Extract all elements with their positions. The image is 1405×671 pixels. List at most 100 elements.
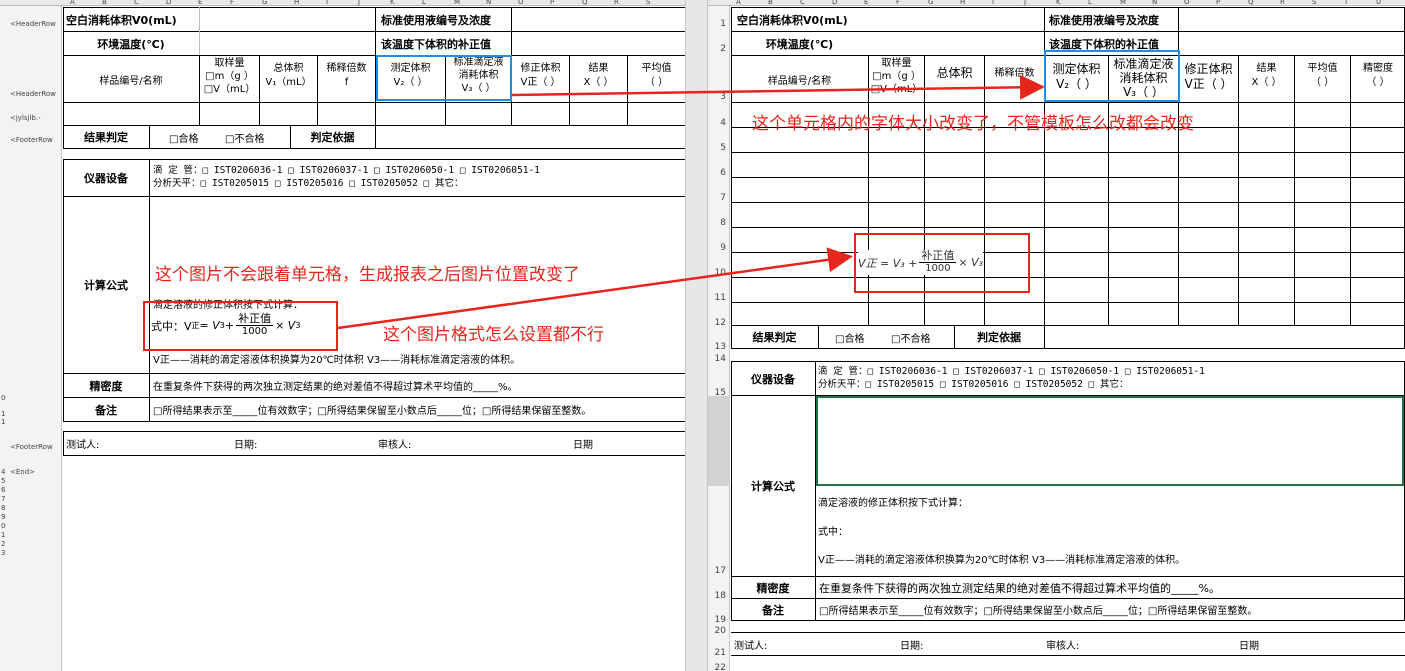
report-sheet-pane[interactable]: ABCDEFGHIJKLMNOPQRSTU 1 2 3 4 5 6 7 8 9 10 11 12 13 1… [708, 0, 1405, 671]
row-number[interactable]: 17 [715, 566, 726, 576]
sample-name-header: 样品编号/名称 [767, 75, 832, 87]
sampling-header: 取样量 □m（g ） □V（mL） [870, 58, 923, 95]
row-number[interactable]: 13 [715, 342, 726, 352]
column-letter[interactable]: P [550, 0, 554, 6]
row-number[interactable]: 3 [720, 92, 726, 102]
ambient-temp-label: 环境温度(℃) [97, 37, 165, 51]
date-label: 日期 [573, 440, 593, 451]
row-marker: <HeaderRow [10, 90, 56, 98]
column-letter[interactable]: H [960, 0, 965, 6]
row-number: 1 [1, 418, 6, 426]
column-letter[interactable]: E [198, 0, 202, 6]
row-marker: <FooterRow [10, 136, 53, 144]
corrected-volume-header: 修正体积 V正（ ） [520, 63, 561, 88]
tester-label: 测试人: [734, 640, 768, 652]
row-number[interactable]: 2 [720, 44, 726, 54]
dilution-header: 稀释倍数 [994, 68, 1035, 79]
formula-red-box [854, 233, 1030, 293]
column-letter[interactable]: B [768, 0, 773, 6]
column-letter[interactable]: H [294, 0, 299, 6]
equipment-list: 滴 定 管：□ IST0206036-1 □ IST0206037-1 □ IS… [153, 165, 540, 189]
column-letter[interactable]: C [800, 0, 805, 6]
row-number: 9 [1, 513, 6, 521]
column-letter[interactable]: M [1120, 0, 1126, 6]
row-number[interactable]: 22 [715, 663, 726, 671]
remarks-text: □所得结果表示至_____位有效数字；□所得结果保留至小数点后_____位；□所… [819, 606, 1258, 617]
column-letter[interactable]: T [1344, 0, 1348, 6]
column-letter[interactable]: R [614, 0, 619, 6]
remarks-text: □所得结果表示至_____位有效数字；□所得结果保留至小数点后_____位；□所… [153, 406, 592, 417]
column-letter[interactable]: S [1312, 0, 1316, 6]
column-letter[interactable]: U [1376, 0, 1381, 6]
column-letter[interactable]: Q [582, 0, 588, 6]
corrected-volume-header: 修正体积 V正（ ） [1184, 62, 1233, 91]
column-letter[interactable]: N [486, 0, 491, 6]
row-number[interactable]: 9 [720, 243, 726, 253]
column-letter[interactable]: D [166, 0, 171, 6]
column-letter[interactable]: F [230, 0, 234, 6]
row-number[interactable]: 12 [715, 318, 726, 328]
column-letter[interactable]: R [1280, 0, 1285, 6]
column-letter[interactable]: J [1024, 0, 1026, 6]
pass-checkbox[interactable]: □合格 [166, 126, 226, 148]
column-letter[interactable]: K [1056, 0, 1061, 6]
remarks-label: 备注 [762, 603, 784, 617]
column-letter[interactable]: E [864, 0, 868, 6]
column-header-bar: A B C D E F G H I J K L M N O P Q R S [0, 0, 685, 6]
column-letter[interactable]: P [1216, 0, 1220, 6]
row-number: 6 [1, 486, 6, 494]
row-number[interactable]: 20 [715, 626, 726, 636]
equipment-list: 滴 定 管：□ IST0206036-1 □ IST0206037-1 □ IS… [818, 366, 1205, 390]
column-letter[interactable]: B [102, 0, 107, 6]
row-number[interactable]: 5 [720, 143, 726, 153]
basis-label: 判定依据 [977, 331, 1021, 344]
column-letter[interactable]: O [518, 0, 524, 6]
column-letter[interactable]: N [1152, 0, 1157, 6]
row-number[interactable]: 11 [715, 293, 726, 303]
column-letter[interactable]: D [832, 0, 837, 6]
column-letter[interactable]: K [390, 0, 395, 6]
row-marker: <FooterRow [10, 443, 53, 451]
column-letter[interactable]: A [70, 0, 75, 6]
fail-checkbox[interactable]: □不合格 [222, 126, 288, 148]
std-solution-label: 标准使用液编号及浓度 [381, 13, 491, 27]
formula-label: 计算公式 [751, 480, 795, 493]
column-letter[interactable]: Q [1248, 0, 1254, 6]
row-number[interactable]: 1 [720, 19, 726, 29]
total-volume-header: 总体积 V₁（mL） [265, 63, 312, 88]
precision-label: 精密度 [89, 379, 123, 393]
row-number[interactable]: 4 [720, 118, 726, 128]
fail-checkbox[interactable]: □不合格 [888, 326, 954, 348]
row-number[interactable]: 8 [720, 218, 726, 228]
pass-checkbox[interactable]: □合格 [832, 326, 892, 348]
column-letter[interactable]: L [1088, 0, 1092, 6]
precision-label: 精密度 [756, 581, 790, 595]
column-letter[interactable]: I [992, 0, 994, 6]
average-header: 平均值（ ） [641, 63, 672, 88]
formula-label: 计算公式 [84, 279, 128, 292]
column-letter[interactable]: L [422, 0, 426, 6]
blank-volume-label: 空白消耗体积V0(mL) [66, 13, 177, 27]
pane-splitter[interactable] [685, 0, 708, 671]
row-number[interactable]: 19 [715, 615, 726, 625]
result-header: 结果 X（ ） [583, 63, 614, 88]
column-letter[interactable]: S [646, 0, 650, 6]
row-number[interactable]: 10 [715, 268, 726, 278]
column-letter[interactable]: M [454, 0, 460, 6]
column-letter[interactable]: I [326, 0, 328, 6]
column-letter[interactable]: O [1184, 0, 1190, 6]
row-number[interactable]: 18 [715, 591, 726, 601]
column-letter[interactable]: C [134, 0, 139, 6]
column-letter[interactable]: G [928, 0, 933, 6]
selected-cell[interactable] [816, 396, 1404, 486]
result-header: 结果 X（ ） [1251, 63, 1282, 88]
column-letter[interactable]: G [262, 0, 267, 6]
column-letter[interactable]: F [896, 0, 900, 6]
row-number[interactable]: 14 [715, 354, 726, 364]
row-number[interactable]: 6 [720, 168, 726, 178]
column-letter[interactable]: J [358, 0, 360, 6]
row-number[interactable]: 21 [715, 648, 726, 658]
column-letter[interactable]: A [736, 0, 741, 6]
formula-note: V正——消耗的滴定溶液体积换算为20℃时体积 V3——消耗标准滴定溶液的体积。 [818, 555, 1186, 566]
row-number[interactable]: 7 [720, 193, 726, 203]
